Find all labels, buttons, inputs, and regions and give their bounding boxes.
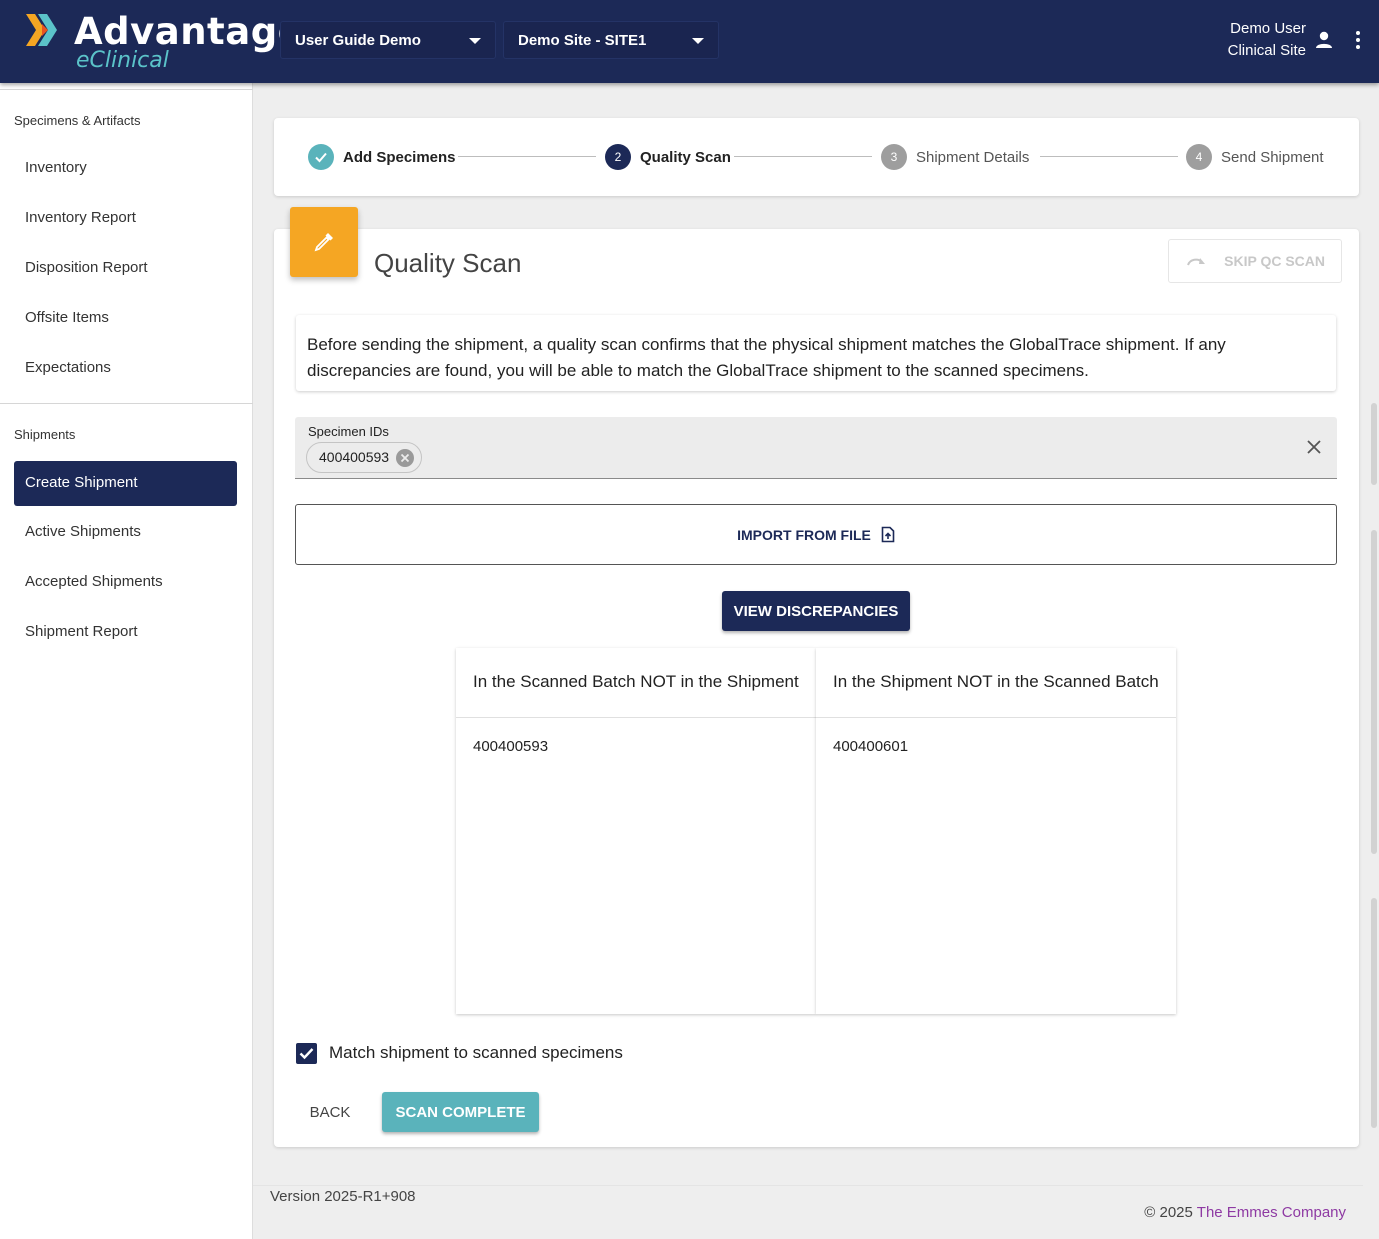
study-select-value: User Guide Demo [295, 32, 421, 49]
scrollbar-thumb[interactable] [1371, 403, 1377, 485]
step-label: Shipment Details [916, 148, 1030, 166]
view-discrepancies-button[interactable]: VIEW DISCREPANCIES [722, 591, 910, 631]
panel-header: In the Shipment NOT in the Scanned Batch [816, 648, 1176, 718]
company-link[interactable]: The Emmes Company [1197, 1204, 1346, 1221]
step-add-specimens: Add Specimens [308, 144, 456, 170]
stepper: Add Specimens 2 Quality Scan 3 Shipment … [274, 118, 1359, 196]
checkmark-icon [299, 1048, 314, 1060]
remove-chip-icon[interactable] [396, 449, 415, 467]
step-label: Add Specimens [343, 148, 456, 166]
step-shipment-details: 3 Shipment Details [881, 144, 1029, 170]
panel-header: In the Scanned Batch NOT in the Shipment [456, 648, 816, 718]
eyedropper-badge [290, 207, 358, 277]
sidebar-item-offsite-items[interactable]: Offsite Items [14, 296, 237, 341]
match-shipment-label[interactable]: Match shipment to scanned specimens [329, 1043, 623, 1063]
specimen-chip: 400400593 [306, 442, 423, 473]
user-info: Demo User Clinical Site [1228, 18, 1306, 62]
step-number: 4 [1186, 144, 1212, 170]
specimen-chip-label: 400400593 [319, 449, 390, 465]
logo-title: Advantage [74, 10, 304, 53]
scrollbar-thumb[interactable] [1371, 530, 1377, 854]
step-label: Send Shipment [1221, 148, 1324, 166]
copyright-prefix: © 2025 [1144, 1204, 1193, 1221]
specimen-ids-label: Specimen IDs [308, 424, 389, 439]
scrollbar-thumb[interactable] [1371, 898, 1377, 1128]
copyright: © 2025 The Emmes Company [1144, 1204, 1346, 1221]
divider [0, 403, 253, 404]
import-from-file-button[interactable]: IMPORT FROM FILE [295, 504, 1337, 565]
back-button[interactable]: BACK [296, 1092, 364, 1132]
specimen-ids-field[interactable]: Specimen IDs 400400593 [295, 417, 1337, 479]
advantage-logo[interactable]: Advantage eClinical [26, 10, 303, 74]
sidebar-item-disposition-report[interactable]: Disposition Report [14, 246, 237, 291]
sidebar-item-inventory-report[interactable]: Inventory Report [14, 196, 237, 241]
chevron-down-icon [692, 38, 704, 44]
logo-subtitle: eClinical [76, 48, 169, 73]
sidebar-item-inventory[interactable]: Inventory [14, 146, 237, 191]
check-circle-icon [308, 144, 334, 170]
match-shipment-checkbox[interactable] [296, 1043, 317, 1064]
user-role: Clinical Site [1227, 42, 1306, 59]
more-vert-icon[interactable] [1351, 29, 1365, 51]
sidebar-item-expectations[interactable]: Expectations [14, 346, 237, 391]
page-title: Quality Scan [374, 248, 522, 278]
import-from-file-label: IMPORT FROM FILE [737, 526, 871, 543]
skip-qc-scan-button[interactable]: SKIP QC SCAN [1168, 239, 1342, 283]
step-label: Quality Scan [640, 148, 731, 166]
step-send-shipment: 4 Send Shipment [1186, 144, 1324, 170]
chevron-logo-icon [26, 14, 57, 46]
step-quality-scan: 2 Quality Scan [605, 144, 731, 170]
user-name: Demo User [1230, 20, 1306, 37]
divider [0, 89, 253, 90]
sidebar-item-accepted-shipments[interactable]: Accepted Shipments [14, 560, 237, 605]
step-number: 2 [605, 144, 631, 170]
file-upload-icon [881, 526, 895, 543]
clear-field-icon[interactable] [1306, 439, 1322, 455]
top-app-bar: Advantage eClinical User Guide Demo Demo… [0, 0, 1379, 83]
scanned-not-in-shipment-panel: In the Scanned Batch NOT in the Shipment… [456, 648, 816, 1014]
sidebar-item-shipment-report[interactable]: Shipment Report [14, 610, 237, 655]
sidebar-section-specimens: Specimens & Artifacts [14, 113, 141, 128]
site-select-value: Demo Site - SITE1 [518, 32, 647, 49]
redo-icon [1187, 258, 1206, 266]
step-connector [458, 156, 596, 157]
list-item: 400400601 [833, 738, 909, 755]
site-select[interactable]: Demo Site - SITE1 [503, 21, 719, 59]
footer-divider [253, 1185, 1363, 1186]
sidebar-item-active-shipments[interactable]: Active Shipments [14, 510, 237, 555]
skip-qc-scan-label: SKIP QC SCAN [1224, 253, 1325, 269]
sidebar-item-create-shipment[interactable]: Create Shipment [14, 461, 237, 506]
study-select[interactable]: User Guide Demo [280, 21, 496, 59]
sidebar-nav: Specimens & Artifacts Inventory Inventor… [0, 83, 253, 1239]
eyedropper-icon [314, 233, 333, 252]
shipment-not-in-scanned-panel: In the Shipment NOT in the Scanned Batch… [816, 648, 1176, 1014]
version-text: Version 2025-R1+908 [270, 1188, 416, 1205]
sidebar-section-shipments: Shipments [14, 427, 76, 442]
step-connector [1040, 156, 1178, 157]
person-icon[interactable] [1314, 30, 1334, 50]
step-number: 3 [881, 144, 907, 170]
chevron-down-icon [469, 38, 481, 44]
step-connector [734, 156, 872, 157]
list-item: 400400593 [473, 738, 549, 755]
scan-complete-button[interactable]: SCAN COMPLETE [382, 1092, 539, 1132]
info-message: Before sending the shipment, a quality s… [296, 315, 1336, 391]
